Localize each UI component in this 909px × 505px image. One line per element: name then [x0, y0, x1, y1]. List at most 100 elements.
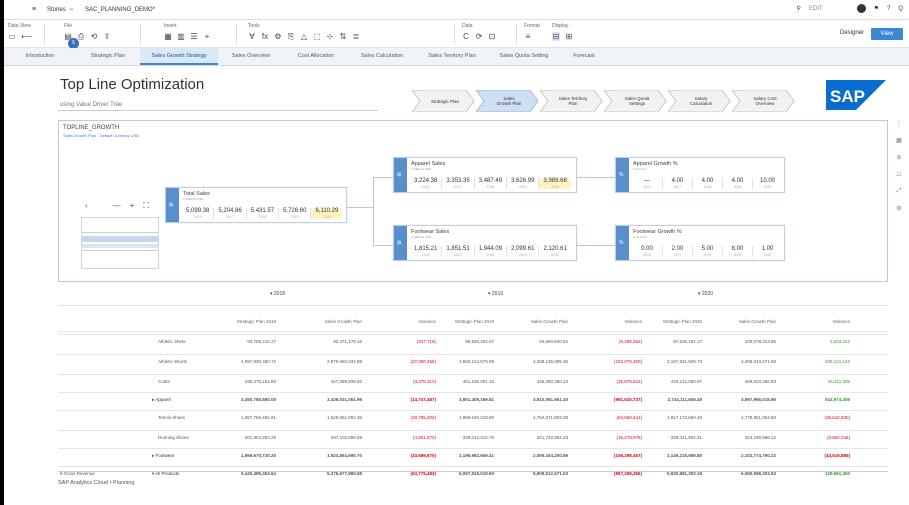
- table-cell[interactable]: 2,090,164,200.56: [510, 453, 568, 458]
- table-cell[interactable]: (33,689,970): [378, 453, 436, 458]
- sort-icon[interactable]: ⇅: [339, 32, 347, 42]
- table-cell[interactable]: (28,705,402): [378, 415, 436, 420]
- table-cell[interactable]: 1,959,670,720.20: [218, 453, 276, 458]
- table-cell[interactable]: (16,279,978): [584, 435, 642, 440]
- table-cell[interactable]: 297,102,595.59: [304, 435, 362, 440]
- expand-icon[interactable]: ⤢: [897, 188, 902, 195]
- search-field[interactable]: EDIT: [809, 6, 823, 12]
- node-footwear-sales[interactable]: ⊞ Footwear Sales in Millions USD 1,815.2…: [393, 225, 577, 261]
- node-value[interactable]: 4.00: [727, 178, 748, 184]
- help-icon[interactable]: ?: [887, 6, 890, 12]
- tab-sales-growth-strategy[interactable]: Sales Growth Strategy: [140, 48, 218, 65]
- row-label-product[interactable]: Tennis Shoes: [158, 415, 185, 420]
- add-icon[interactable]: +: [203, 32, 211, 41]
- frame-icon[interactable]: ⬚: [313, 32, 321, 42]
- row-label-product[interactable]: Running Shoes: [158, 435, 189, 440]
- node-value[interactable]: 8.00: [727, 246, 748, 252]
- grid-icon[interactable]: ⊞: [565, 32, 573, 41]
- table-cell[interactable]: (38,642,830): [792, 415, 850, 420]
- display-icon[interactable]: ⊟: [552, 32, 560, 41]
- node-value[interactable]: 0.00: [636, 246, 658, 252]
- tab-strategic-plan[interactable]: Strategic Plan: [76, 48, 140, 65]
- year-header-2020[interactable]: ▾ 2020: [698, 291, 713, 297]
- node-value[interactable]: 4.00: [697, 178, 718, 184]
- node-value[interactable]: 5.00: [697, 246, 718, 252]
- row-label-product[interactable]: Coats: [158, 379, 170, 384]
- back-icon[interactable]: ‹: [85, 201, 88, 211]
- year-header-2019[interactable]: ▾ 2019: [488, 291, 503, 297]
- table-cell[interactable]: 2,997,830,490.72: [218, 359, 276, 364]
- node-value[interactable]: 4.00: [667, 178, 688, 184]
- data-icon[interactable]: ⊡: [488, 32, 496, 41]
- row-label-product[interactable]: ▸ Apparel: [152, 397, 171, 403]
- table-cell[interactable]: 3,901,409,169.81: [436, 397, 494, 402]
- table-cell[interactable]: (4,801,672): [378, 435, 436, 440]
- table-cell[interactable]: (94,568,441): [584, 415, 642, 420]
- fit-icon[interactable]: ⛶: [143, 201, 149, 211]
- tab-cost-allocation[interactable]: Cost Allocation: [284, 48, 348, 65]
- dataview-icon[interactable]: ▭: [8, 32, 16, 41]
- table-cell[interactable]: 94,660,940.94: [510, 339, 568, 344]
- table-cell[interactable]: 2,543,152: [792, 339, 850, 344]
- table-cell[interactable]: 1,858,640,243.80: [436, 415, 494, 420]
- table-cell[interactable]: 3,910,061,661.40: [510, 397, 568, 402]
- designer-button[interactable]: Designer: [840, 30, 864, 36]
- tab-sales-quota-setting[interactable]: Sales Quota Setting: [488, 48, 560, 65]
- table-cell[interactable]: 1,817,172,660.49: [644, 415, 702, 420]
- table-cell[interactable]: 3,997,966,015.95: [718, 397, 776, 402]
- table-cell[interactable]: 3,560,214,579.09: [436, 359, 494, 364]
- table-cell[interactable]: (3,376,312): [378, 379, 436, 384]
- table-cell[interactable]: 324,189,886.12: [718, 435, 776, 440]
- pin-icon[interactable]: ⊹: [326, 32, 334, 42]
- table-cell[interactable]: 26,411,306: [792, 379, 850, 384]
- triangle-icon[interactable]: △: [300, 32, 308, 42]
- table-cell[interactable]: 430,476,151.60: [218, 379, 276, 384]
- table-cell[interactable]: 1,764,071,803.38: [510, 415, 568, 420]
- filter-icon[interactable]: ⊘: [896, 154, 901, 161]
- table-cell[interactable]: (14,747,487): [378, 397, 436, 402]
- comment-icon[interactable]: ☖: [896, 171, 901, 178]
- rows-icon[interactable]: ≣: [352, 32, 360, 42]
- table-cell[interactable]: 543,974,356: [792, 397, 850, 402]
- process-step-salary-cost-overview[interactable]: Salary Cost Overview: [732, 90, 794, 112]
- table-cell[interactable]: 208,121,142: [792, 359, 850, 364]
- table-cell[interactable]: 2,970,660,034.99: [304, 359, 362, 364]
- table-cell[interactable]: 100,078,313.96: [718, 339, 776, 344]
- table-icon[interactable]: ▥: [177, 32, 185, 41]
- more-icon[interactable]: ⋮: [896, 120, 902, 127]
- breadcrumb-root[interactable]: Stories: [47, 7, 66, 13]
- table-cell[interactable]: 1,629,061,093.36: [304, 415, 362, 420]
- table-cell[interactable]: 1,657,766,456.91: [218, 415, 276, 420]
- table-cell[interactable]: 3,197,921,929.73: [644, 359, 702, 364]
- table-cell[interactable]: 2,102,774,790.22: [718, 453, 776, 458]
- table-cell[interactable]: 427,099,839.82: [304, 379, 362, 384]
- node-apparel-growth[interactable]: % Apparel Growth % in Percent —2016 4.00…: [615, 157, 785, 193]
- settings-icon[interactable]: ⚙: [896, 205, 901, 212]
- node-apparel-sales[interactable]: ⊞ Apparel Sales in Millions USD 3,224.38…: [393, 157, 577, 193]
- table-cell[interactable]: (222,079,490): [584, 359, 642, 364]
- table-cell[interactable]: 3,406,043,071.69: [718, 359, 776, 364]
- list-icon[interactable]: ☰: [190, 32, 198, 41]
- node-value[interactable]: 1.00: [757, 246, 778, 252]
- row-label-product[interactable]: Athletic Shirts: [158, 339, 186, 344]
- chart-icon[interactable]: ▦: [896, 137, 902, 144]
- table-cell[interactable]: 99,930,202.57: [436, 339, 494, 344]
- node-footwear-growth[interactable]: % Footwear Growth % in Percent 0.00 2016 …: [615, 225, 785, 261]
- table-cell[interactable]: 2,146,215,589.80: [644, 453, 702, 458]
- table-cell[interactable]: 3,744,111,608.49: [644, 397, 702, 402]
- filter-icon[interactable]: ∀: [248, 32, 256, 42]
- table-cell[interactable]: 301,904,263.28: [218, 435, 276, 440]
- table-cell[interactable]: (991,620,737): [584, 397, 642, 402]
- year-header-2018[interactable]: ▾ 2018: [270, 291, 285, 297]
- table-cell[interactable]: (3,852,046): [792, 435, 850, 440]
- tab-sales-calculation[interactable]: Sales Calculation: [348, 48, 416, 65]
- share-icon[interactable]: ⇪: [103, 32, 111, 42]
- copy-icon[interactable]: ⎘: [287, 32, 295, 42]
- table-cell[interactable]: 328,041,904.31: [644, 435, 702, 440]
- node-value[interactable]: 2.00: [667, 246, 688, 252]
- table-cell[interactable]: 97,535,162.17: [644, 339, 702, 344]
- table-cell[interactable]: (317,716): [378, 339, 436, 344]
- row-label-product[interactable]: ▸ Footwear: [152, 453, 174, 459]
- table-cell[interactable]: (106,298,457): [584, 453, 642, 458]
- table-cell[interactable]: 443,212,060.97: [644, 379, 702, 384]
